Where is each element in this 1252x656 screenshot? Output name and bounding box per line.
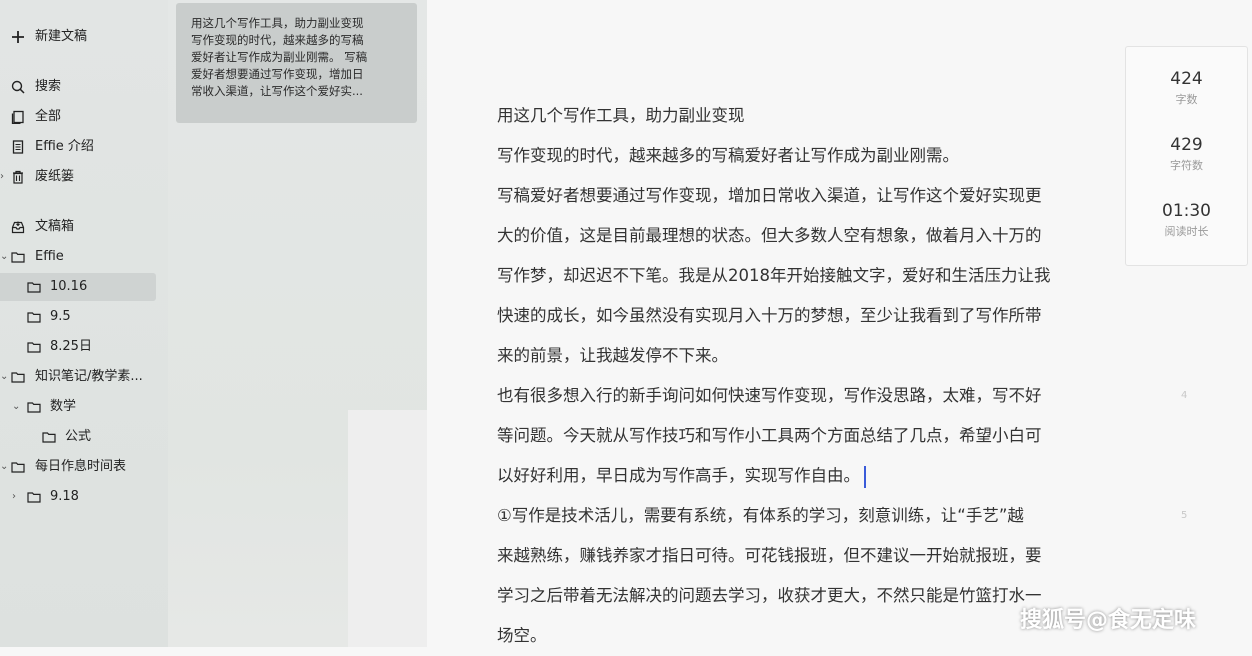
card-preview-line: 爱好者让写作成为副业刚需。 写稿 bbox=[191, 50, 368, 64]
editor-line[interactable]: 也有很多想入行的新手询问如何快速写作变现，写作没思路，太难，写不好 bbox=[497, 376, 1137, 416]
folder-label: 数学 bbox=[50, 399, 77, 414]
chevron-down-icon[interactable]: ⌄ bbox=[0, 243, 10, 271]
char-count-stat: 429 字符数 bbox=[1126, 135, 1247, 173]
editor-line[interactable]: 来的前景，让我越发停不下来。 bbox=[497, 336, 1137, 376]
folder-icon bbox=[27, 282, 41, 293]
card-preview-line: 用这几个写作工具，助力副业变现 bbox=[191, 16, 364, 30]
sidebar-item-search[interactable]: 搜索 bbox=[0, 73, 168, 101]
editor-line[interactable]: 等问题。今天就从写作技巧和写作小工具两个方面总结了几点，希望小白可 bbox=[497, 416, 1137, 456]
card-preview-line: 爱好者想要通过写作变现，增加日 bbox=[191, 67, 364, 81]
folder-icon bbox=[11, 372, 25, 383]
plus-icon bbox=[12, 31, 24, 43]
sidebar-item-inbox[interactable]: 文稿箱 bbox=[0, 213, 168, 241]
document-card[interactable]: 用这几个写作工具，助力副业变现 写作变现的时代，越来越多的写稿 爱好者让写作成为… bbox=[176, 3, 417, 123]
folder-8-25[interactable]: 8.25日 bbox=[0, 333, 168, 361]
folder-effie[interactable]: ⌄ Effie bbox=[0, 243, 168, 271]
folder-formula[interactable]: 公式 bbox=[0, 423, 168, 451]
folder-icon bbox=[11, 462, 25, 473]
editor-line[interactable]: 写作变现的时代，越来越多的写稿爱好者让写作成为副业刚需。 bbox=[497, 136, 1137, 176]
word-count-value: 424 bbox=[1170, 69, 1203, 89]
folder-label: Effie bbox=[35, 249, 64, 264]
text-cursor bbox=[864, 465, 866, 488]
word-count-label: 字数 bbox=[1175, 93, 1198, 106]
reading-time-stat: 01:30 阅读时长 bbox=[1126, 201, 1247, 239]
folder-label: 8.25日 bbox=[50, 339, 92, 354]
sidebar: 新建文稿 搜索 全部 Effie 介绍 › 废纸篓 文稿箱 ⌄ Effie 10… bbox=[0, 0, 168, 647]
paragraph-number: 4 bbox=[1181, 390, 1188, 401]
editor-line[interactable]: ①写作是技术活儿，需要有系统，有体系的学习，刻意训练，让“手艺”越 bbox=[497, 496, 1137, 536]
search-icon bbox=[11, 80, 25, 94]
watermark: 搜狐号@食无定味 bbox=[1020, 608, 1197, 633]
folder-icon bbox=[42, 432, 56, 443]
editor-line[interactable]: 写作梦，却迟迟不下笔。我是从2018年开始接触文字，爱好和生活压力让我 bbox=[497, 256, 1137, 296]
folder-label: 10.16 bbox=[50, 279, 88, 294]
folder-label: 9.18 bbox=[50, 489, 79, 504]
sidebar-item-all[interactable]: 全部 bbox=[0, 103, 168, 131]
sidebar-item-trash[interactable]: › 废纸篓 bbox=[0, 163, 168, 191]
reading-time-label: 阅读时长 bbox=[1164, 225, 1209, 238]
folder-icon bbox=[27, 342, 41, 353]
document-icon bbox=[12, 140, 24, 154]
chevron-down-icon[interactable]: ⌄ bbox=[0, 453, 10, 481]
folder-label: 每日作息时间表 bbox=[35, 459, 127, 474]
editor-line[interactable]: 大的价值，这是目前最理想的状态。但大多数人空有想象，做着月入十万的 bbox=[497, 216, 1137, 256]
folder-label: 公式 bbox=[65, 429, 92, 444]
sidebar-item-effie-intro[interactable]: Effie 介绍 bbox=[0, 133, 168, 161]
sidebar-item-label: 废纸篓 bbox=[35, 169, 75, 184]
folder-9-18[interactable]: › 9.18 bbox=[0, 483, 168, 511]
folder-icon bbox=[27, 402, 41, 413]
trash-icon bbox=[13, 170, 23, 184]
char-count-label: 字符数 bbox=[1170, 159, 1203, 172]
reading-time-value: 01:30 bbox=[1162, 201, 1211, 221]
chevron-right-icon[interactable]: › bbox=[12, 483, 22, 511]
sidebar-item-label: 文稿箱 bbox=[35, 219, 75, 234]
folder-math[interactable]: ⌄ 数学 bbox=[0, 393, 168, 421]
folder-knowledge-notes[interactable]: ⌄ 知识笔记/教学素... bbox=[0, 363, 168, 391]
card-preview-line: 写作变现的时代，越来越多的写稿 bbox=[191, 33, 364, 47]
char-count-value: 429 bbox=[1170, 135, 1203, 155]
document-card-preview: 用这几个写作工具，助力副业变现 写作变现的时代，越来越多的写稿 爱好者让写作成为… bbox=[191, 15, 405, 100]
editor-line[interactable]: 写稿爱好者想要通过写作变现，增加日常收入渠道，让写作这个爱好实现更 bbox=[497, 176, 1137, 216]
folder-daily-schedule[interactable]: ⌄ 每日作息时间表 bbox=[0, 453, 168, 481]
new-document-label: 新建文稿 bbox=[35, 29, 88, 44]
folder-label: 9.5 bbox=[50, 309, 71, 324]
list-background-shade bbox=[348, 410, 427, 647]
chevron-down-icon[interactable]: ⌄ bbox=[12, 393, 22, 421]
editor-line[interactable]: 来越熟练，赚钱养家才指日可待。可花钱报班，但不建议一开始就报班，要 bbox=[497, 536, 1137, 576]
editor-line[interactable]: 用这几个写作工具，助力副业变现 bbox=[497, 96, 1137, 136]
editor-line[interactable]: 快速的成长，如今虽然没有实现月入十万的梦想，至少让我看到了写作所带 bbox=[497, 296, 1137, 336]
sidebar-item-label: 搜索 bbox=[35, 79, 62, 94]
folder-label: 知识笔记/教学素... bbox=[35, 369, 143, 384]
card-preview-line: 常收入渠道，让写作这个爱好实... bbox=[191, 84, 363, 98]
folder-icon bbox=[27, 312, 41, 323]
folder-icon bbox=[11, 252, 25, 263]
new-document-button[interactable]: 新建文稿 bbox=[0, 23, 168, 51]
folder-10-16[interactable]: 10.16 bbox=[0, 273, 156, 301]
statistics-panel: 424 字数 429 字符数 01:30 阅读时长 bbox=[1125, 46, 1248, 266]
editor-line-text: 以好好利用，早日成为写作高手，实现写作自由。 bbox=[497, 466, 860, 485]
word-count-stat: 424 字数 bbox=[1126, 69, 1247, 107]
editor-line-with-cursor[interactable]: 以好好利用，早日成为写作高手，实现写作自由。 bbox=[497, 456, 1137, 496]
paragraph-number: 5 bbox=[1181, 510, 1188, 521]
sidebar-item-label: Effie 介绍 bbox=[35, 139, 94, 154]
inbox-icon bbox=[11, 221, 25, 234]
documents-icon bbox=[11, 110, 24, 124]
folder-9-5[interactable]: 9.5 bbox=[0, 303, 168, 331]
chevron-right-icon[interactable]: › bbox=[0, 163, 10, 191]
folder-icon bbox=[27, 492, 41, 503]
chevron-down-icon[interactable]: ⌄ bbox=[0, 363, 10, 391]
sidebar-item-label: 全部 bbox=[35, 109, 62, 124]
